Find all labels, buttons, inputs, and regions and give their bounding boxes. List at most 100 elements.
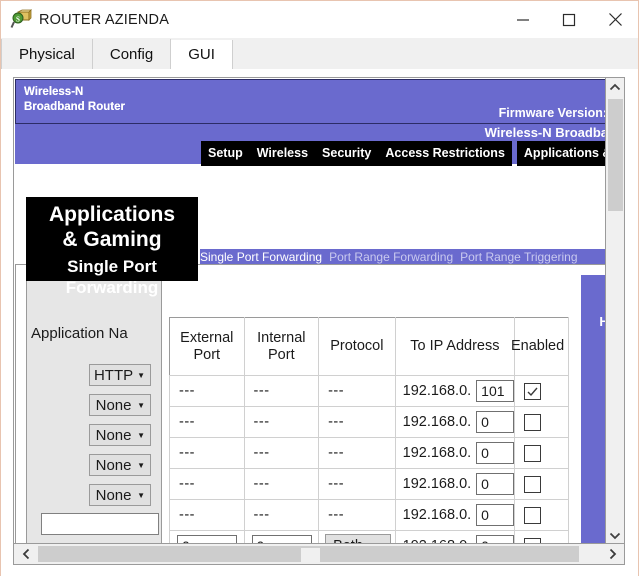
enabled-checkbox[interactable] (524, 475, 542, 493)
tab-gui[interactable]: GUI (171, 40, 233, 70)
ip-prefix-label: 192.168.0. (402, 476, 472, 492)
table-row: --- --- --- 192.168.0. 0 (169, 499, 569, 531)
cell-internal-port: --- (243, 437, 320, 469)
column-header-to-ip-address: To IP Address (394, 317, 516, 376)
cell-external-port: --- (169, 375, 245, 407)
application-select-1[interactable]: HTTP ▼ (89, 364, 151, 386)
horizontal-scrollbar-thumb[interactable] (301, 548, 320, 564)
cell-internal-port: --- (243, 468, 320, 500)
tab-config[interactable]: Config (92, 39, 172, 69)
tab-physical[interactable]: Physical (1, 39, 93, 69)
vertical-scrollbar[interactable] (605, 78, 624, 545)
cell-external-port-value: --- (179, 507, 195, 523)
cell-internal-port-value: --- (253, 476, 270, 492)
nav-item-security-label: Security (322, 146, 372, 160)
application-select-3[interactable]: None ▼ (89, 424, 151, 446)
cell-to-ip-address: 192.168.0. 0 (394, 406, 516, 438)
cell-protocol-value: --- (328, 383, 345, 399)
page-title-line1: Applications (48, 203, 175, 226)
application-name-panel: Application Na HTTP ▼ None ▼ None ▼ None… (26, 281, 162, 564)
nav-item-setup[interactable]: Setup (201, 141, 250, 166)
horizontal-scrollbar[interactable] (14, 543, 624, 564)
router-web-page: Wireless-N Broadband Router Firmware Ver… (14, 78, 624, 564)
cell-to-ip-address: 192.168.0. 0 (394, 499, 516, 531)
ip-last-octet-input[interactable]: 0 (476, 411, 515, 433)
router-header-bar: Wireless-N Broadband Router Firmware Ver… (15, 79, 612, 124)
ip-last-octet-input[interactable]: 0 (476, 473, 515, 495)
column-header-enabled-label: Enabled (510, 338, 565, 354)
scroll-right-button[interactable] (602, 544, 623, 564)
chevron-down-icon: ▼ (137, 460, 145, 470)
cell-internal-port-value: --- (253, 383, 270, 399)
ip-last-octet-input[interactable]: 101 (476, 380, 515, 402)
cell-internal-port: --- (243, 499, 320, 531)
application-select-5[interactable]: None ▼ (89, 484, 151, 506)
column-header-protocol-label: Protocol (330, 338, 384, 354)
cell-enabled (514, 375, 569, 407)
cell-protocol: --- (318, 437, 396, 469)
cell-external-port-value: --- (179, 414, 195, 430)
nav-item-access-restrictions[interactable]: Access Restrictions (378, 141, 512, 166)
tab-gui-label: GUI (188, 46, 215, 63)
cell-internal-port-value: --- (253, 507, 270, 523)
subnav-port-range-forwarding[interactable]: Port Range Forwarding (329, 250, 453, 264)
ip-last-octet-input[interactable]: 0 (476, 504, 515, 526)
cell-external-port: --- (169, 499, 245, 531)
enabled-checkbox[interactable] (524, 444, 542, 462)
column-header-enabled: Enabled (511, 317, 569, 376)
column-header-external-port: External Port (169, 317, 245, 376)
vertical-scrollbar-thumb[interactable] (608, 99, 623, 211)
chevron-down-icon: ▼ (137, 490, 145, 500)
router-brand-line1: Wireless-N (24, 86, 84, 98)
subnav-port-range-triggering[interactable]: Port Range Triggering (460, 250, 577, 264)
router-main-nav: Setup Wireless Security Access Restricti… (201, 141, 624, 166)
svg-text:S: S (16, 15, 20, 23)
ip-last-octet-input[interactable]: 0 (476, 442, 515, 464)
scroll-up-button[interactable] (606, 78, 624, 97)
nav-item-setup-label: Setup (208, 146, 243, 160)
application-name-input-1[interactable] (41, 513, 159, 535)
application-name-label: Application Na (31, 325, 128, 342)
application-select-2[interactable]: None ▼ (89, 394, 151, 416)
cell-internal-port: --- (243, 375, 320, 407)
application-select-1-value: HTTP (93, 366, 134, 384)
application-select-4[interactable]: None ▼ (89, 454, 151, 476)
maximize-button[interactable] (546, 1, 592, 38)
table-header-row: External Port Internal Port Protocol To … (169, 317, 569, 376)
horizontal-scrollbar-track[interactable] (38, 546, 579, 564)
window-title: ROUTER AZIENDA (39, 11, 170, 28)
tab-physical-label: Physical (19, 45, 75, 63)
nav-item-wireless-label: Wireless (256, 146, 309, 160)
column-header-protocol: Protocol (318, 317, 396, 376)
chevron-down-icon: ▼ (137, 400, 145, 410)
cell-internal-port-value: --- (253, 414, 270, 430)
nav-item-wireless[interactable]: Wireless (249, 141, 316, 166)
minimize-button[interactable] (500, 1, 546, 38)
ip-prefix-label: 192.168.0. (402, 507, 472, 523)
column-header-external-port-label: External Port (180, 329, 234, 363)
ip-prefix-label: 192.168.0. (402, 445, 472, 461)
cell-external-port-value: --- (179, 476, 195, 492)
enabled-checkbox[interactable] (524, 413, 542, 431)
subnav-single-port-forwarding[interactable]: Single Port Forwarding (200, 250, 322, 264)
close-button[interactable] (592, 1, 638, 38)
enabled-checkbox[interactable] (524, 382, 542, 400)
cell-to-ip-address: 192.168.0. 0 (394, 437, 516, 469)
cell-external-port-value: --- (179, 445, 195, 461)
cell-enabled (514, 406, 569, 438)
chevron-down-icon: ▼ (137, 370, 145, 380)
scroll-left-button[interactable] (16, 544, 37, 564)
cell-protocol-value: --- (328, 507, 345, 523)
application-select-2-value: None (95, 396, 132, 414)
packet-tracer-device-window: S ROUTER AZIENDA Physical Config GUI Wir… (0, 0, 639, 576)
chevron-down-icon: ▼ (137, 430, 145, 440)
nav-item-access-restrictions-label: Access Restrictions (385, 146, 505, 161)
nav-item-security[interactable]: Security (315, 141, 379, 166)
window-controls (500, 1, 638, 38)
enabled-checkbox[interactable] (524, 506, 542, 524)
cell-internal-port-value: --- (253, 445, 270, 461)
packet-tracer-icon: S (10, 8, 32, 31)
cell-internal-port: --- (243, 406, 320, 438)
column-header-to-ip-address-label: To IP Address (410, 338, 500, 354)
cell-protocol: --- (318, 375, 396, 407)
